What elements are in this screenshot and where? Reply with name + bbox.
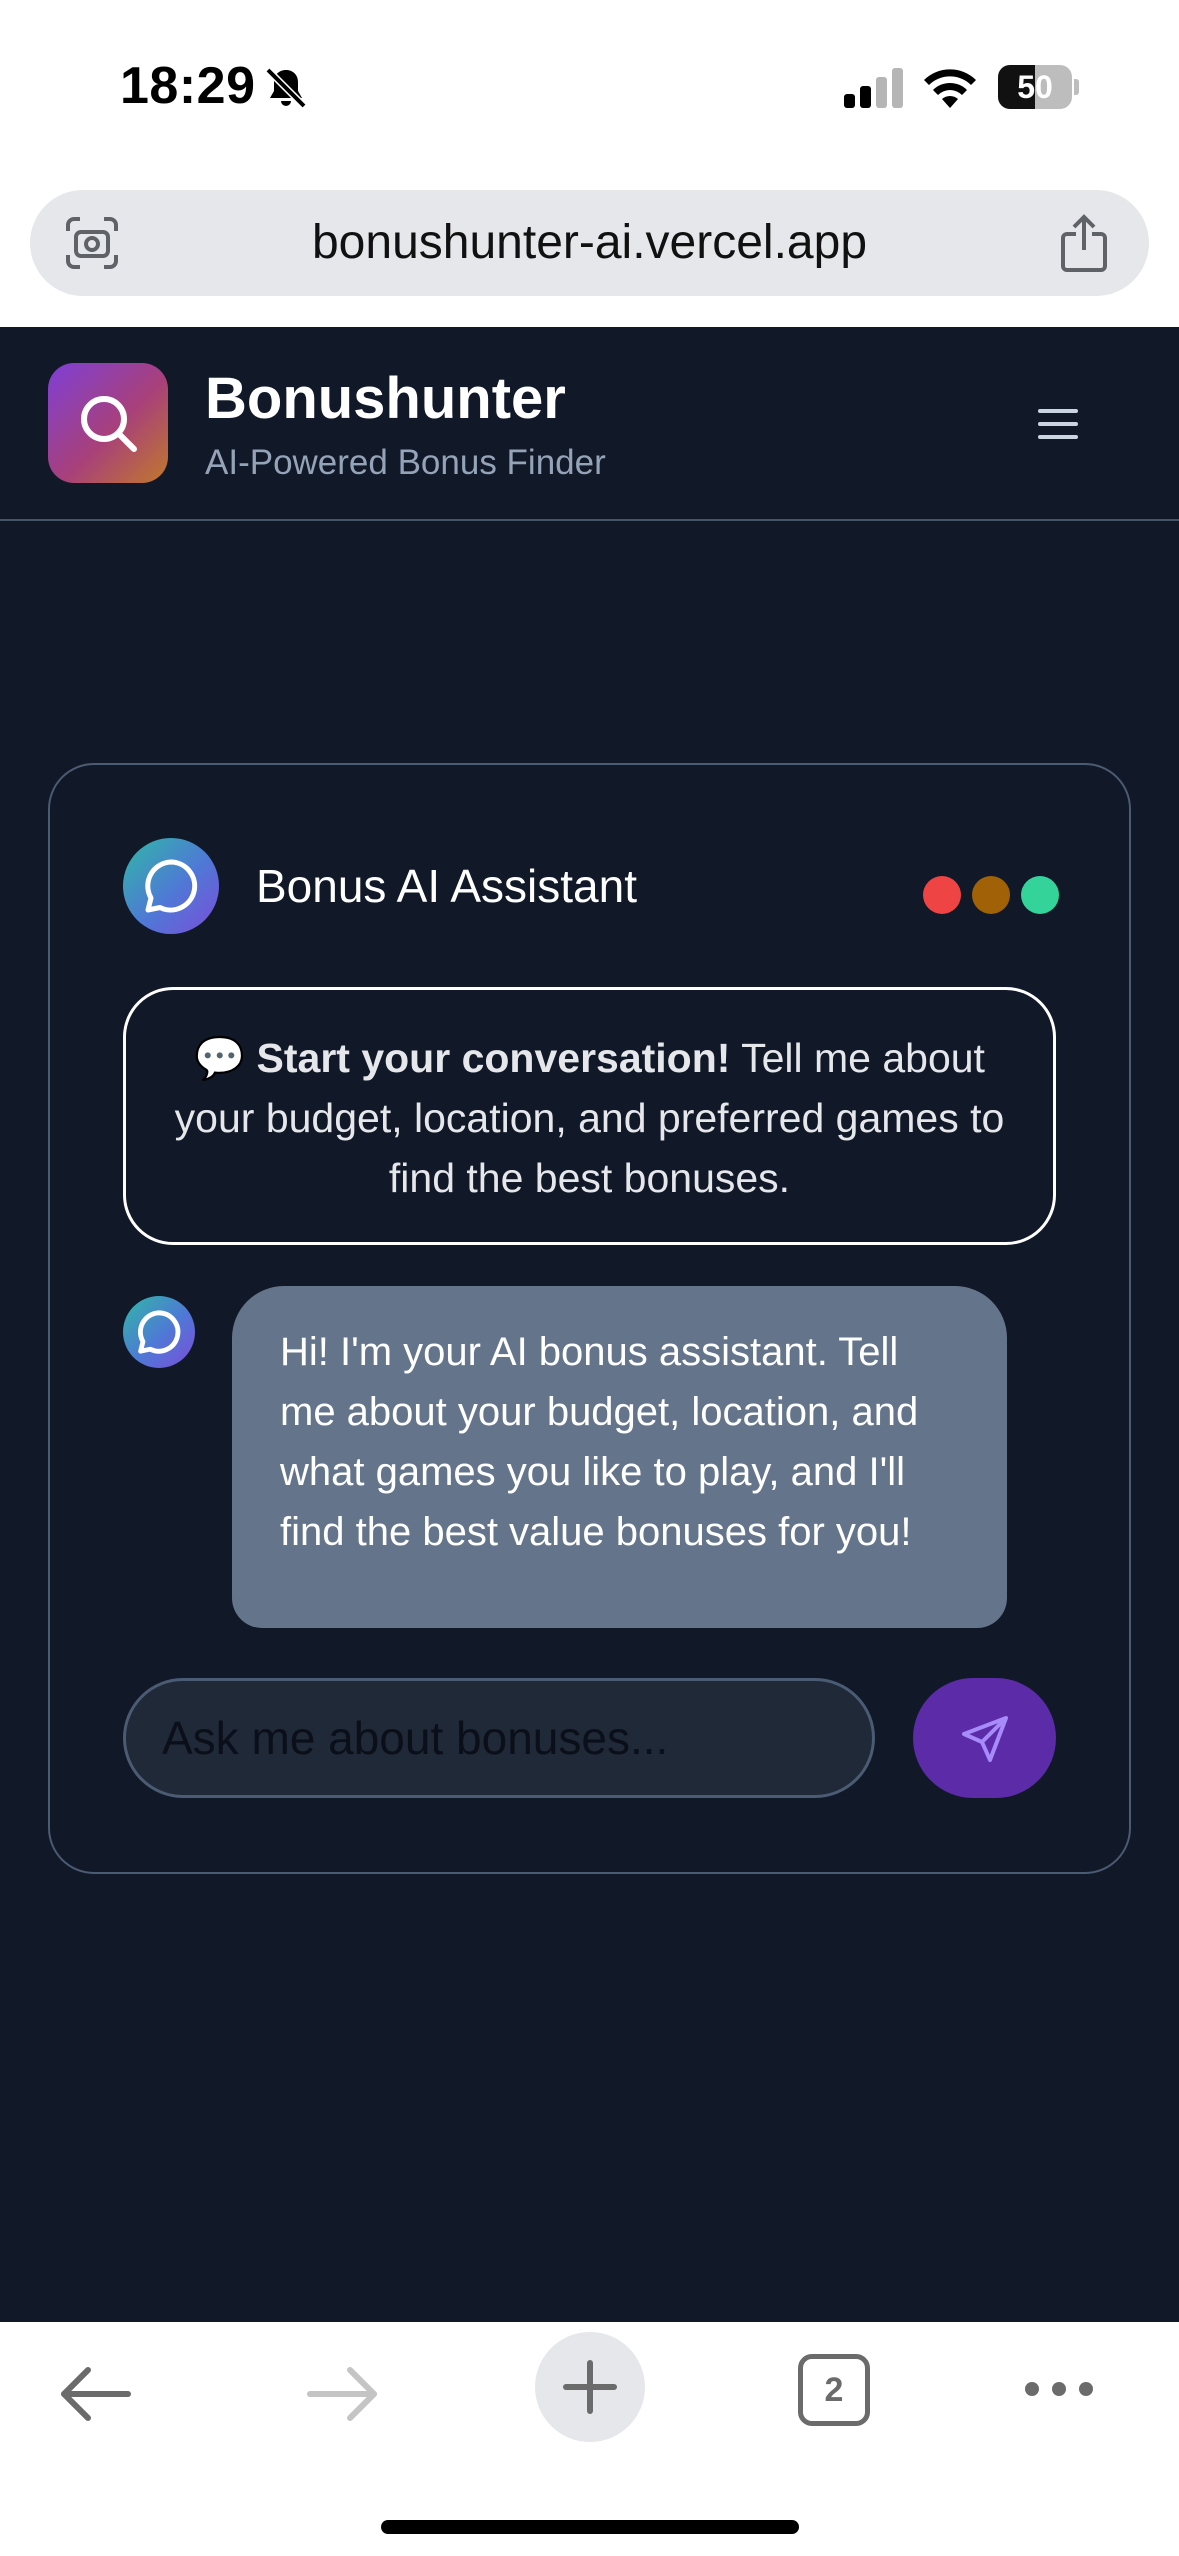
battery-icon: 50 [998,65,1079,109]
conversation-intro: 💬 Start your conversation! Tell me about… [123,987,1056,1245]
url-text[interactable]: bonushunter-ai.vercel.app [150,190,1029,296]
new-tab-button[interactable] [535,2332,645,2442]
home-indicator [381,2520,799,2534]
assistant-avatar [123,838,219,934]
app-title: Bonushunter [205,366,566,431]
battery-level: 50 [1017,69,1053,105]
wifi-icon [924,69,976,108]
assistant-title: Bonus AI Assistant [256,860,638,912]
forward-arrow-icon[interactable] [306,2364,380,2424]
tabs-button[interactable]: 2 [798,2354,870,2426]
status-dot-green [1021,876,1059,914]
app-logo[interactable] [48,363,168,483]
bot-message-avatar [123,1296,195,1368]
share-icon[interactable] [1059,214,1109,272]
send-icon [962,1716,1008,1762]
chat-card: Bonus AI Assistant 💬 Start your conversa… [48,763,1131,1874]
app-screen: Bonushunter AI-Powered Bonus Finder Bonu… [0,327,1179,2322]
app-header: Bonushunter AI-Powered Bonus Finder [0,327,1179,521]
search-icon [81,396,137,452]
hamburger-menu-icon[interactable] [1032,401,1084,447]
chat-input[interactable] [123,1678,875,1798]
scan-icon[interactable] [64,215,120,271]
address-bar[interactable]: bonushunter-ai.vercel.app [30,190,1149,296]
mute-icon [265,67,307,109]
browser-toolbar: 2 [0,2322,1179,2556]
signal-icon [844,68,903,108]
app-subtitle: AI-Powered Bonus Finder [205,443,606,482]
chat-bubble-icon [138,1310,181,1354]
status-bar: 18:29 50 [0,0,1179,180]
speech-bubble-emoji: 💬 [194,1035,246,1081]
status-time: 18:29 [120,57,256,115]
plus-icon [563,2360,617,2414]
chat-bubble-icon [145,859,198,913]
send-button[interactable] [913,1678,1056,1798]
intro-heading: Start your conversation! [256,1035,731,1081]
status-dot-red [923,876,961,914]
back-arrow-icon[interactable] [58,2364,132,2424]
assistant-message: Hi! I'm your AI bonus assistant. Tell me… [232,1286,1007,1628]
status-dot-amber [972,876,1010,914]
more-icon[interactable] [1022,2374,1096,2404]
